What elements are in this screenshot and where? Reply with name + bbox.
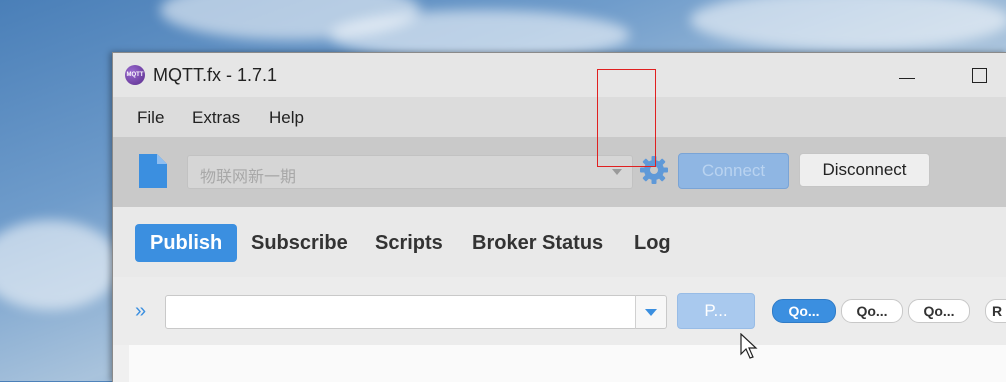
tab-subscribe[interactable]: Subscribe — [236, 224, 363, 262]
tab-broker-status[interactable]: Broker Status — [457, 224, 618, 262]
menu-bar: File Extras Help — [113, 97, 1006, 137]
tab-scripts[interactable]: Scripts — [360, 224, 458, 262]
connection-toolbar: 物联网新一期 Connect Disconnect — [113, 137, 1006, 207]
publish-topic-bar: » P... Qo... Qo... Qo... R — [113, 277, 1006, 345]
mqttfx-logo-icon: MQTT — [125, 65, 145, 85]
cloud — [0, 220, 120, 310]
tab-publish[interactable]: Publish — [135, 224, 238, 262]
qos1-toggle[interactable]: Qo... — [841, 299, 903, 323]
disconnect-button[interactable]: Disconnect — [799, 153, 930, 187]
connection-profile-select[interactable]: 物联网新一期 — [187, 155, 633, 189]
qos2-toggle[interactable]: Qo... — [908, 299, 970, 323]
menu-help[interactable]: Help — [269, 108, 304, 128]
qos0-toggle[interactable]: Qo... — [772, 299, 836, 323]
title-bar: MQTT MQTT.fx - 1.7.1 — [113, 53, 1006, 97]
connect-button[interactable]: Connect — [678, 153, 789, 189]
publish-topic-input[interactable] — [165, 295, 637, 329]
window-title: MQTT.fx - 1.7.1 — [153, 65, 278, 85]
chevron-down-icon — [612, 169, 622, 175]
mouse-cursor-icon — [740, 333, 758, 359]
double-chevron-right-icon[interactable]: » — [135, 301, 146, 321]
publish-button[interactable]: P... — [677, 293, 755, 329]
retain-toggle[interactable]: R — [985, 299, 1006, 323]
profile-select-value: 物联网新一期 — [200, 169, 297, 186]
publish-payload-area[interactable] — [129, 345, 1006, 382]
annotation-highlight-box — [597, 69, 656, 167]
connection-profile-file-icon[interactable] — [139, 154, 167, 188]
minimize-button[interactable] — [887, 61, 927, 89]
cloud — [690, 0, 1006, 50]
menu-file[interactable]: File — [137, 108, 164, 128]
topic-history-dropdown-button[interactable] — [635, 295, 667, 329]
mqttfx-window: MQTT MQTT.fx - 1.7.1 File Extras Help 物联… — [112, 52, 1006, 382]
maximize-button[interactable] — [959, 61, 999, 89]
tab-bar: Publish Subscribe Scripts Broker Status … — [113, 207, 1006, 277]
tab-log[interactable]: Log — [619, 224, 686, 262]
menu-extras[interactable]: Extras — [192, 108, 240, 128]
